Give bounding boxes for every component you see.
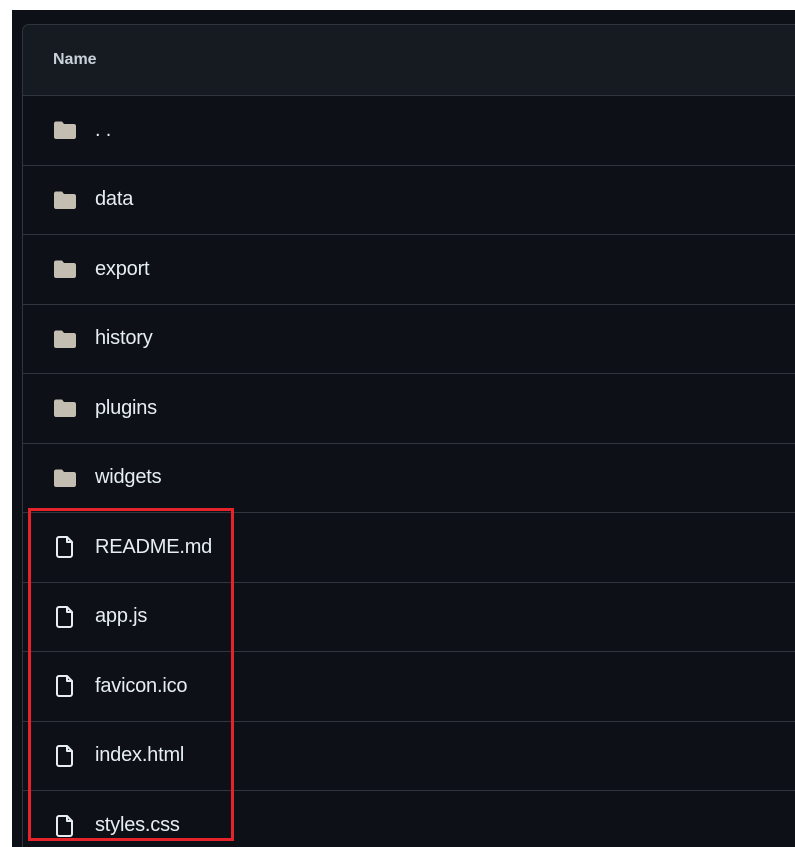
folder-row-plugins[interactable]: plugins — [23, 374, 795, 444]
file-row-index-html[interactable]: index.html — [23, 722, 795, 791]
row-label: index.html — [95, 744, 185, 767]
folder-row-widgets[interactable]: widgets — [23, 444, 795, 513]
column-header-name: Name — [53, 51, 97, 68]
row-label: app.js — [95, 605, 148, 628]
row-label: . . — [95, 118, 112, 141]
row-label: widgets — [95, 466, 162, 489]
row-label: data — [95, 188, 134, 211]
file-icon — [53, 674, 77, 698]
folder-row-data[interactable]: data — [23, 166, 795, 235]
folder-icon — [53, 257, 77, 281]
folder-row-export[interactable]: export — [23, 235, 795, 305]
file-row-styles-css[interactable]: styles.css — [23, 791, 795, 847]
folder-icon — [53, 327, 77, 351]
table-header: Name — [23, 25, 795, 96]
file-row-readme[interactable]: README.md — [23, 513, 795, 583]
file-list-table: Name . . data export history plugins wid… — [22, 24, 795, 847]
folder-row-history[interactable]: history — [23, 305, 795, 374]
folder-icon — [53, 466, 77, 490]
folder-icon — [53, 118, 77, 142]
row-label: README.md — [95, 535, 213, 558]
row-label: plugins — [95, 396, 157, 419]
row-label: styles.css — [95, 814, 180, 837]
page: Name . . data export history plugins wid… — [0, 0, 795, 847]
file-row-favicon[interactable]: favicon.ico — [23, 652, 795, 722]
row-label: export — [95, 257, 150, 280]
folder-icon — [53, 396, 77, 420]
folder-icon — [53, 188, 77, 212]
file-icon — [53, 535, 77, 559]
row-label: history — [95, 327, 153, 350]
file-list-body: . . data export history plugins widgets — [23, 96, 795, 847]
row-label: favicon.ico — [95, 674, 188, 697]
window-left-edge — [0, 0, 12, 847]
file-icon — [53, 605, 77, 629]
window-top-edge — [0, 0, 795, 10]
file-icon — [53, 814, 77, 838]
file-row-app-js[interactable]: app.js — [23, 583, 795, 652]
folder-row-parent[interactable]: . . — [23, 96, 795, 166]
file-icon — [53, 744, 77, 768]
